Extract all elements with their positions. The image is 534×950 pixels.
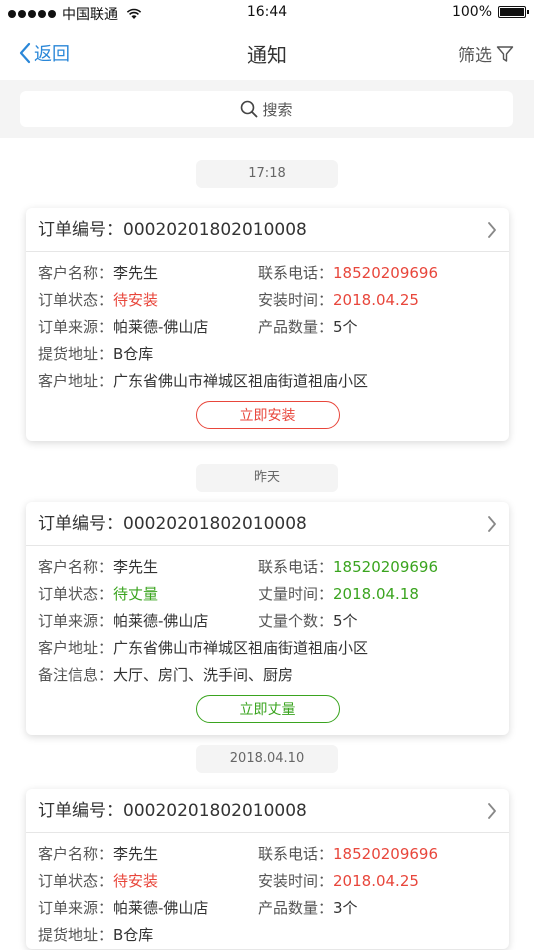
order-card[interactable]: 订单编号：00020201802010008 客户名称：李先生 联系电话：185… [26,502,509,735]
measure-count-label: 丈量个数： [258,612,334,630]
detail-row: 客户名称：李先生 联系电话：18520209696 [38,554,497,581]
phone-number[interactable]: 18520209696 [333,264,438,282]
install-time-label: 安装时间： [258,291,334,309]
timestamp-label: 2018.04.10 [196,745,338,773]
detail-row: 订单来源：帕莱德-佛山店 产品数量：5个 [38,314,497,341]
phone-label: 联系电话： [258,845,334,863]
search-area: 搜索 [0,80,534,138]
search-input[interactable]: 搜索 [20,91,513,127]
detail-row: 订单状态：待丈量 丈量时间：2018.04.18 [38,581,497,608]
pickup-address-label: 提货地址： [38,345,114,363]
battery-icon [498,6,529,18]
phone-number[interactable]: 18520209696 [333,558,438,576]
order-details: 客户名称：李先生 联系电话：18520209696 订单状态：待丈量 丈量时间：… [26,546,509,735]
detail-row: 客户名称：李先生 联系电话：18520209696 [38,260,497,287]
customer-name-label: 客户名称： [38,558,114,576]
notification-list: 17:18 订单编号：00020201802010008 客户名称：李先生 联系… [0,138,534,950]
timestamp-label: 17:18 [196,160,338,188]
order-details: 客户名称：李先生 联系电话：18520209696 订单状态：待安装 安装时间：… [26,833,509,949]
install-now-button[interactable]: 立即安装 [195,401,340,429]
install-time: 2018.04.25 [333,291,419,309]
order-header[interactable]: 订单编号：00020201802010008 [26,789,509,833]
customer-address-label: 客户地址： [38,639,114,657]
phone-label: 联系电话： [258,558,334,576]
remark-label: 备注信息： [38,666,114,684]
order-status-label: 订单状态： [38,291,114,309]
order-source: 帕莱德-佛山店 [113,612,209,630]
order-source-label: 订单来源： [38,318,114,336]
order-status-label: 订单状态： [38,872,114,890]
install-time: 2018.04.25 [333,872,419,890]
chevron-right-icon [488,222,496,238]
product-count: 3个 [333,899,358,917]
customer-address: 广东省佛山市禅城区祖庙街道祖庙小区 [113,372,369,390]
customer-address: 广东省佛山市禅城区祖庙街道祖庙小区 [113,639,369,657]
order-status-label: 订单状态： [38,585,114,603]
pickup-address: B仓库 [113,926,154,944]
status-bar: 中国联通 16:44 100% [0,0,534,26]
order-source-label: 订单来源： [38,899,114,917]
pickup-address: B仓库 [113,345,154,363]
order-status: 待安装 [113,291,159,309]
remark: 大厅、房门、洗手间、厨房 [113,666,294,684]
order-number-label: 订单编号： [38,801,123,821]
filter-label: 筛选 [458,46,492,66]
order-number-label: 订单编号： [38,514,123,534]
product-count: 5个 [333,318,358,336]
detail-row: 订单来源：帕莱德-佛山店 产品数量：3个 [38,895,497,922]
phone-label: 联系电话： [258,264,334,282]
search-icon [241,100,258,118]
product-count-label: 产品数量： [258,899,334,917]
order-status: 待安装 [113,872,159,890]
customer-name: 李先生 [113,264,159,282]
detail-row: 客户名称：李先生 联系电话：18520209696 [38,841,497,868]
order-source: 帕莱德-佛山店 [113,899,209,917]
measure-now-button[interactable]: 立即丈量 [195,695,340,723]
detail-row: 订单状态：待安装 安装时间：2018.04.25 [38,287,497,314]
search-placeholder: 搜索 [262,100,293,119]
customer-name: 李先生 [113,845,159,863]
customer-name-label: 客户名称： [38,264,114,282]
battery-percent: 100% [451,4,492,20]
measure-time: 2018.04.18 [333,585,419,603]
pickup-address-label: 提货地址： [38,926,114,944]
nav-bar: 返回 通知 筛选 [0,26,534,80]
status-right: 100% [451,4,529,20]
phone-number[interactable]: 18520209696 [333,845,438,863]
order-source: 帕莱德-佛山店 [113,318,209,336]
order-number: 00020201802010008 [123,220,307,240]
install-time-label: 安装时间： [258,872,334,890]
customer-address-label: 客户地址： [38,372,114,390]
customer-name-label: 客户名称： [38,845,114,863]
timestamp-label: 昨天 [196,464,338,492]
filter-button[interactable]: 筛选 [458,41,514,66]
detail-row: 客户地址：广东省佛山市禅城区祖庙街道祖庙小区 [38,368,497,395]
chevron-right-icon [488,516,496,532]
detail-row: 订单来源：帕莱德-佛山店 丈量个数：5个 [38,608,497,635]
product-count-label: 产品数量： [258,318,334,336]
order-source-label: 订单来源： [38,612,114,630]
measure-time-label: 丈量时间： [258,585,334,603]
chevron-right-icon [488,803,496,819]
detail-row: 客户地址：广东省佛山市禅城区祖庙街道祖庙小区 [38,635,497,662]
order-card[interactable]: 订单编号：00020201802010008 客户名称：李先生 联系电话：185… [26,789,509,949]
detail-row: 提货地址：B仓库 [38,922,497,949]
order-number: 00020201802010008 [123,514,307,534]
customer-name: 李先生 [113,558,159,576]
order-number-label: 订单编号： [38,220,123,240]
order-details: 客户名称：李先生 联系电话：18520209696 订单状态：待安装 安装时间：… [26,252,509,441]
measure-count: 5个 [333,612,358,630]
filter-funnel-icon [496,45,514,62]
detail-row: 订单状态：待安装 安装时间：2018.04.25 [38,868,497,895]
order-header[interactable]: 订单编号：00020201802010008 [26,502,509,546]
order-number: 00020201802010008 [123,801,307,821]
order-header[interactable]: 订单编号：00020201802010008 [26,208,509,252]
order-status: 待丈量 [113,585,159,603]
detail-row: 提货地址：B仓库 [38,341,497,368]
detail-row: 备注信息：大厅、房门、洗手间、厨房 [38,662,497,689]
order-card[interactable]: 订单编号：00020201802010008 客户名称：李先生 联系电话：185… [26,208,509,441]
page-title: 通知 [247,43,287,67]
